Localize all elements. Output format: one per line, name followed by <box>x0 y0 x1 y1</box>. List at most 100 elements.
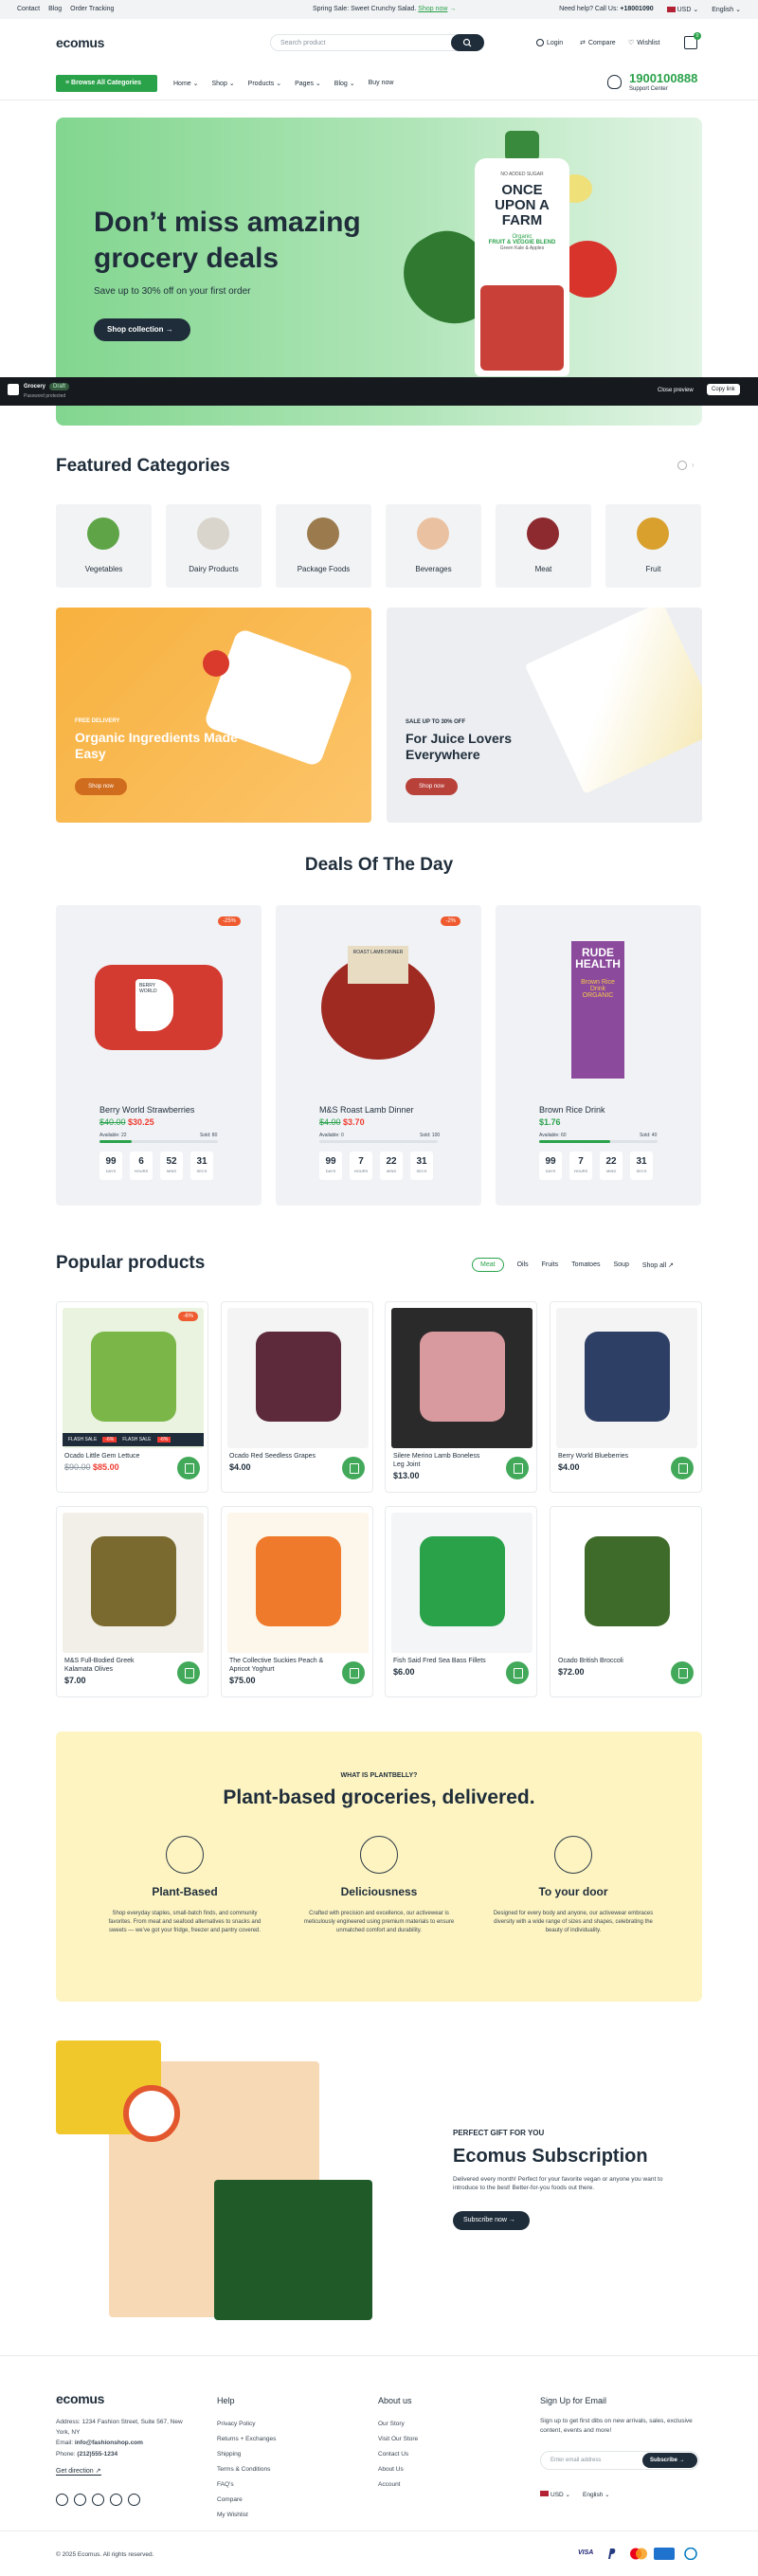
product-image[interactable] <box>63 1513 204 1653</box>
footer-link[interactable]: FAQ’s <box>217 2477 276 2493</box>
product-name[interactable]: Silere Merino Lamb Boneless Leg Joint <box>393 1452 493 1469</box>
product-card[interactable]: Berry World Blueberries $4.00 <box>550 1301 702 1493</box>
product-name[interactable]: Ocado British Broccoli <box>558 1657 658 1665</box>
category-card[interactable]: Beverages <box>386 504 481 588</box>
pinterest-icon[interactable] <box>128 2494 140 2506</box>
deal-card[interactable]: -25% BERRY WORLD Berry World Strawberrie… <box>56 905 262 1206</box>
footer-link[interactable]: Compare <box>217 2493 276 2508</box>
deal-name[interactable]: Berry World Strawberries <box>99 1105 194 1115</box>
category-card[interactable]: Fruit <box>605 504 701 588</box>
help-phone[interactable]: +18001090 <box>620 6 653 12</box>
login-link[interactable]: Login <box>536 39 563 46</box>
product-card[interactable]: Silere Merino Lamb Boneless Leg Joint $13… <box>385 1301 537 1493</box>
add-to-cart-button[interactable] <box>177 1457 200 1479</box>
nav-item-home[interactable]: Home ⌄ <box>173 80 199 87</box>
phone-value[interactable]: (212)555-1234 <box>77 2451 117 2458</box>
footer-link[interactable]: Contact Us <box>378 2447 418 2462</box>
deal-name[interactable]: M&S Roast Lamb Dinner <box>319 1105 414 1115</box>
footer-link[interactable]: Privacy Policy <box>217 2417 276 2432</box>
footer-link[interactable]: My Wishlist <box>217 2508 276 2523</box>
filter-shop-all[interactable]: Shop all ↗ <box>642 1261 674 1269</box>
product-name[interactable]: Ocado Red Seedless Grapes <box>229 1452 329 1460</box>
product-card[interactable]: Ocado British Broccoli $72.00 <box>550 1506 702 1697</box>
product-card[interactable]: Ocado Red Seedless Grapes $4.00 <box>221 1301 373 1493</box>
nav-item-products[interactable]: Products ⌄ <box>248 80 281 87</box>
nav-item-buy-now[interactable]: Buy now <box>369 80 394 87</box>
product-name[interactable]: Berry World Blueberries <box>558 1452 658 1460</box>
tiktok-icon[interactable] <box>110 2494 122 2506</box>
footer-language-select[interactable]: English ⌄ <box>583 2491 610 2498</box>
product-image[interactable] <box>63 1308 204 1448</box>
product-card[interactable]: -6% FLASH SALE -6% FLASH SALE -6% Ocado Littl… <box>56 1301 208 1493</box>
promo-shop-button[interactable]: Shop now <box>75 778 127 795</box>
nav-item-blog[interactable]: Blog ⌄ <box>334 80 355 87</box>
product-card[interactable]: The Collective Suckies Peach & Apricot Y… <box>221 1506 373 1697</box>
filter-oils[interactable]: Oils <box>517 1261 529 1268</box>
promo-link[interactable]: Shop now <box>418 6 447 12</box>
slider-next-icon[interactable]: › <box>692 461 695 469</box>
email-value[interactable]: info@fashionshop.com <box>75 2440 143 2446</box>
slider-prev-icon[interactable] <box>677 461 687 470</box>
copy-link-button[interactable]: Copy link <box>707 384 740 395</box>
add-to-cart-button[interactable] <box>342 1661 365 1684</box>
add-to-cart-button[interactable] <box>342 1457 365 1479</box>
category-card[interactable]: Meat <box>496 504 591 588</box>
category-card[interactable]: Dairy Products <box>166 504 262 588</box>
category-card[interactable]: Package Foods <box>276 504 371 588</box>
product-image[interactable] <box>227 1513 369 1653</box>
instagram-icon[interactable] <box>92 2494 104 2506</box>
footer-link[interactable]: Account <box>378 2477 418 2493</box>
product-card[interactable]: M&S Full-Bodied Greek Kalamata Olives $7.… <box>56 1506 208 1697</box>
promo-shop-button[interactable]: Shop now <box>406 778 458 795</box>
product-name[interactable]: M&S Full-Bodied Greek Kalamata Olives <box>64 1657 164 1674</box>
footer-link[interactable]: Visit Our Store <box>378 2432 418 2447</box>
nav-item-pages[interactable]: Pages ⌄ <box>295 80 321 87</box>
product-name[interactable]: The Collective Suckies Peach & Apricot Y… <box>229 1657 329 1674</box>
top-link-contact[interactable]: Contact <box>17 6 40 12</box>
add-to-cart-button[interactable] <box>506 1661 529 1684</box>
product-image[interactable] <box>391 1308 532 1448</box>
footer-logo[interactable]: ecomus <box>56 2391 104 2406</box>
footer-link[interactable]: Returns + Exchanges <box>217 2432 276 2447</box>
x-icon[interactable] <box>74 2494 86 2506</box>
add-to-cart-button[interactable] <box>671 1457 694 1479</box>
product-image[interactable] <box>391 1513 532 1653</box>
deal-card[interactable]: -2% ROAST LAMB DINNER M&S Roast Lamb Din… <box>276 905 481 1206</box>
filter-fruits[interactable]: Fruits <box>542 1261 559 1268</box>
promo-banner-organic[interactable]: FREE DELIVERY Organic Ingredients Made E… <box>56 608 371 823</box>
get-direction-link[interactable]: Get direction ↗ <box>56 2467 101 2476</box>
footer-currency-select[interactable]: USD ⌄ <box>540 2491 570 2498</box>
product-name[interactable]: Ocado Little Gem Lettuce <box>64 1452 164 1460</box>
filter-tomatoes[interactable]: Tomatoes <box>571 1261 600 1268</box>
product-image[interactable] <box>227 1308 369 1448</box>
footer-link[interactable]: Our Story <box>378 2417 418 2432</box>
hotline-number[interactable]: 1900100888 <box>629 71 697 85</box>
shop-collection-button[interactable]: Shop collection → <box>94 318 190 341</box>
language-select[interactable]: English ⌄ <box>712 6 741 13</box>
product-name[interactable]: Fish Said Fred Sea Bass Fillets <box>393 1657 493 1665</box>
footer-link[interactable]: About Us <box>378 2462 418 2477</box>
subscribe-button[interactable]: Subscribe → <box>642 2453 697 2468</box>
promo-banner-juice[interactable]: SALE UP TO 30% OFF For Juice Lovers Ever… <box>387 608 702 823</box>
footer-link[interactable]: Shipping <box>217 2447 276 2462</box>
wishlist-link[interactable]: ♡ Wishlist <box>628 39 659 47</box>
subscribe-now-button[interactable]: Subscribe now → <box>453 2211 530 2230</box>
close-preview-button[interactable]: Close preview <box>658 388 694 393</box>
footer-link[interactable]: Terms & Conditions <box>217 2462 276 2477</box>
product-image[interactable] <box>556 1308 697 1448</box>
deal-name[interactable]: Brown Rice Drink <box>539 1105 605 1115</box>
facebook-icon[interactable] <box>56 2494 68 2506</box>
filter-meat[interactable]: Meat <box>472 1258 504 1272</box>
product-image[interactable] <box>556 1513 697 1653</box>
browse-categories-button[interactable]: ≡ Browse All Categories <box>56 75 157 92</box>
add-to-cart-button[interactable] <box>671 1661 694 1684</box>
deal-card[interactable]: RUDE HEALTH Brown Rice Drink ORGANIC Bro… <box>496 905 701 1206</box>
top-link-blog[interactable]: Blog <box>48 6 62 12</box>
nav-item-shop[interactable]: Shop ⌄ <box>212 80 235 87</box>
search-button[interactable] <box>451 34 484 51</box>
product-card[interactable]: Fish Said Fred Sea Bass Fillets $6.00 <box>385 1506 537 1697</box>
currency-select[interactable]: USD ⌄ <box>666 6 698 13</box>
category-card[interactable]: Vegetables <box>56 504 152 588</box>
compare-link[interactable]: ⇄ Compare <box>580 39 616 47</box>
add-to-cart-button[interactable] <box>506 1457 529 1479</box>
